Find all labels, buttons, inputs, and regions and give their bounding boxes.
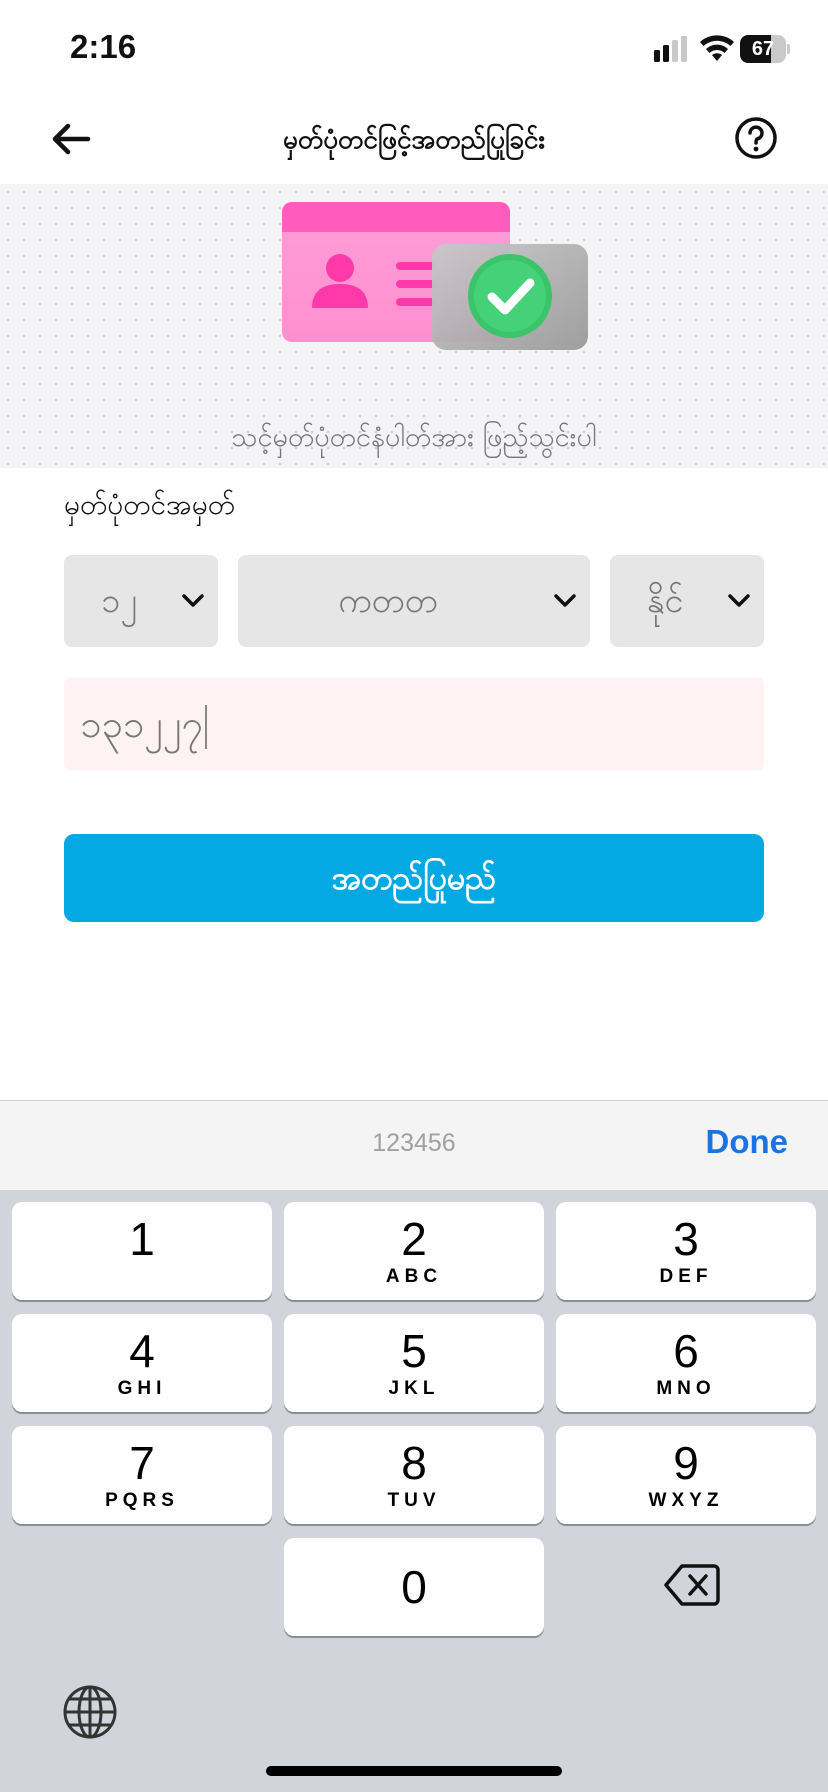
home-indicator [266, 1766, 562, 1776]
battery-icon: 67 [740, 35, 790, 63]
key-9[interactable]: 9 WXYZ [556, 1426, 816, 1524]
wifi-icon [700, 35, 734, 61]
hero-caption: သင့်မှတ်ပုံတင်နံပါတ်အား ဖြည့်သွင်းပါ [231, 422, 597, 453]
text-caret [204, 704, 207, 749]
key-6[interactable]: 6 MNO [556, 1314, 816, 1412]
id-card-check-illustration [282, 202, 588, 350]
status-bar: 2:16 67 [0, 0, 828, 100]
nrc-number-input[interactable]: ၁၃၁၂၂၇ [64, 678, 764, 770]
state-code-value: ၁၂ [101, 581, 137, 621]
keyboard-accessory-bar: 123456 Done [0, 1100, 828, 1190]
chevron-down-icon [182, 594, 204, 607]
citizen-type-value: နိုင် [646, 581, 684, 621]
backspace-icon[interactable] [664, 1562, 720, 1608]
key-2[interactable]: 2 ABC [284, 1202, 544, 1300]
township-code-value: ကတတ [338, 581, 438, 621]
citizen-type-select[interactable]: နိုင် [610, 555, 764, 647]
nrc-number-value: ၁၃၁၂၂၇ [80, 702, 203, 746]
battery-percentage: 67 [751, 38, 775, 60]
page-title: မှတ်ပုံတင်ဖြင့်အတည်ပြုခြင်း [283, 125, 545, 155]
key-7[interactable]: 7 PQRS [12, 1426, 272, 1524]
key-4[interactable]: 4 GHI [12, 1314, 272, 1412]
arrow-left-icon[interactable] [46, 114, 96, 164]
confirm-button[interactable]: အတည်ပြုမည် [64, 834, 764, 922]
status-time: 2:16 [70, 28, 137, 65]
nrc-label: မှတ်ပုံတင်အမှတ် [64, 488, 235, 521]
township-code-select[interactable]: ကတတ [238, 555, 590, 647]
numeric-keypad: 1 2 ABC 3 DEF 4 GHI 5 JKL 6 MNO 7 PQRS 8… [0, 1190, 828, 1792]
key-3[interactable]: 3 DEF [556, 1202, 816, 1300]
chevron-down-icon [554, 594, 576, 607]
key-5[interactable]: 5 JKL [284, 1314, 544, 1412]
hero-banner: သင့်မှတ်ပုံတင်နံပါတ်အား ဖြည့်သွင်းပါ [0, 184, 828, 468]
globe-icon[interactable] [62, 1684, 118, 1740]
key-0[interactable]: 0 [284, 1538, 544, 1636]
nav-bar: မှတ်ပုံတင်ဖြင့်အတည်ပြုခြင်း [0, 100, 828, 184]
state-code-select[interactable]: ၁၂ [64, 555, 218, 647]
key-8[interactable]: 8 TUV [284, 1426, 544, 1524]
keyboard-hint: 123456 [372, 1129, 456, 1157]
cellular-signal-icon [654, 36, 687, 62]
question-circle-icon[interactable] [734, 116, 778, 160]
key-1[interactable]: 1 [12, 1202, 272, 1300]
done-button[interactable]: Done [706, 1123, 789, 1161]
chevron-down-icon [728, 594, 750, 607]
